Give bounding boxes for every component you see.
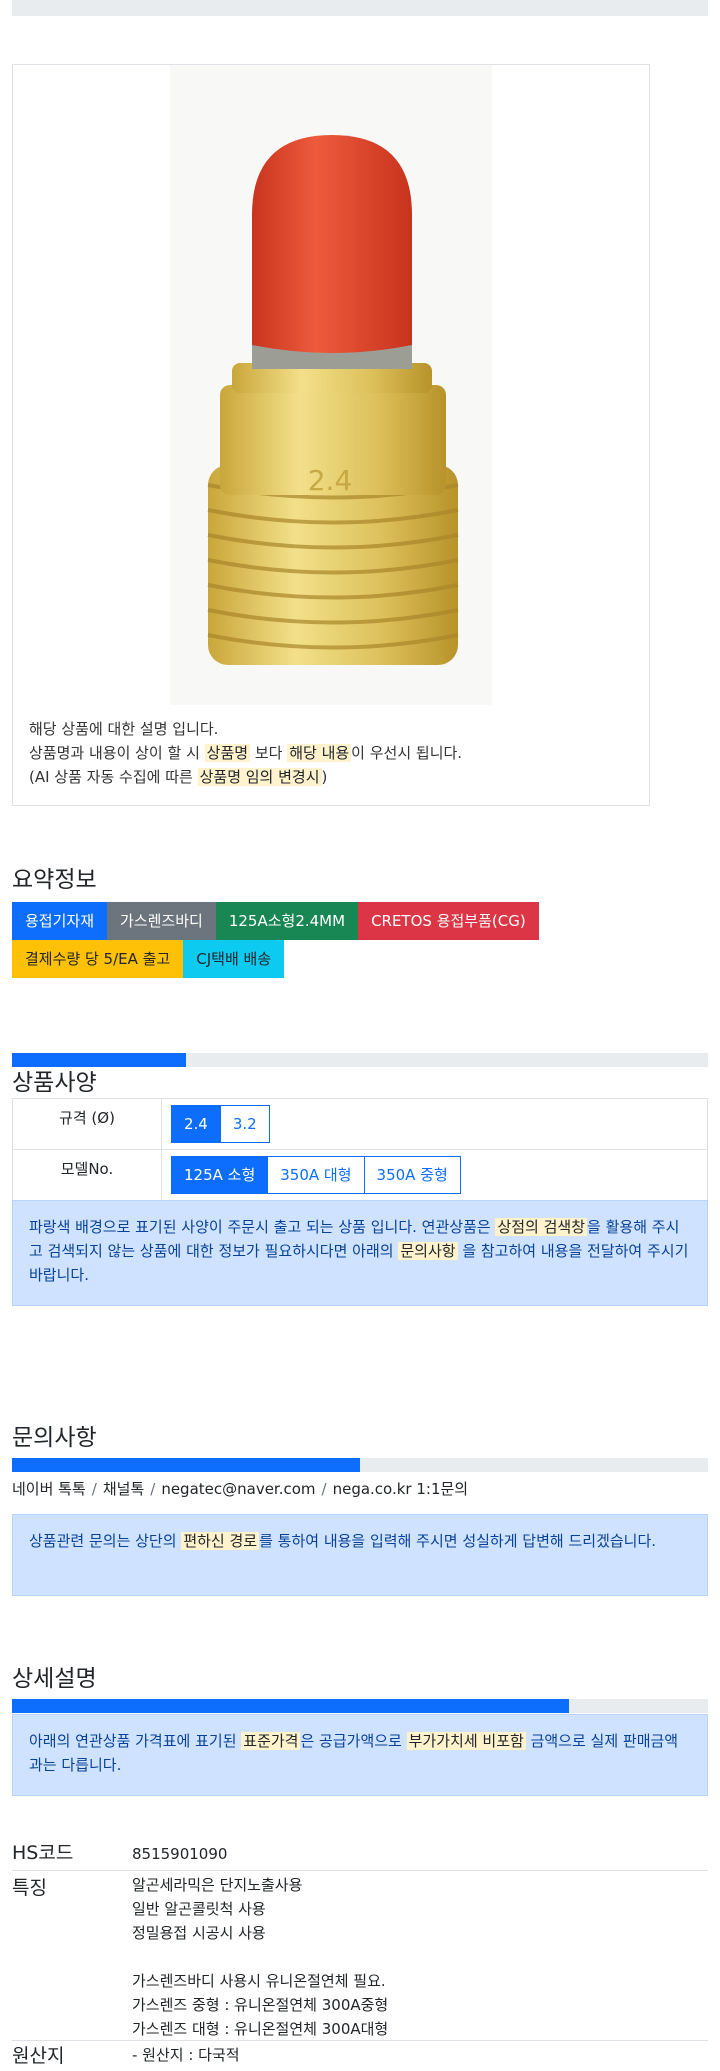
alert-text: 은 공급가액으로: [300, 1732, 407, 1750]
detail-row-hs: HS코드 8515901090: [12, 1838, 708, 1871]
detail-row-origin: 원산지 - 원산지 : 다국적: [12, 2041, 708, 2071]
contact-site-inquiry[interactable]: nega.co.kr 1:1문의: [333, 1480, 469, 1498]
hs-value: 8515901090: [132, 1845, 228, 1863]
top-bar: [12, 0, 708, 16]
spec-label-model: 모델No.: [12, 1149, 162, 1201]
spec-title: 상품사양: [12, 1070, 97, 1096]
highlight: 상점의 검색창: [495, 1218, 588, 1236]
detail-title: 상세설명: [12, 1666, 97, 1692]
feature-item: 가스렌즈바디 사용시 유니온절연체 필요.: [132, 1972, 386, 1990]
detail-progress: [12, 1699, 708, 1713]
spec-row-size: 규격 (Ø) 2.4 3.2: [12, 1098, 708, 1150]
feature-item: 알곤세라믹은 단지노출사용: [132, 1876, 303, 1894]
badge-quantity: 결제수량 당 5/EA 출고: [12, 940, 184, 978]
origin-label: 원산지: [12, 2045, 65, 2067]
hs-label: HS코드: [12, 1842, 74, 1864]
badge-category: 용접기자재: [12, 902, 108, 940]
separator: /: [91, 1480, 97, 1498]
highlight: 표준가격: [241, 1732, 301, 1750]
desc-text: 상품명과 내용이 상이 할 시: [29, 744, 205, 762]
highlight: 상품명: [204, 744, 251, 762]
gas-lens-body-illustration: 2.4: [207, 135, 459, 665]
contact-channeltalk[interactable]: 채널톡: [103, 1480, 144, 1498]
option-125a-small[interactable]: 125A 소형: [171, 1156, 269, 1194]
highlight: 해당 내용: [287, 744, 352, 762]
badge-type: 가스렌즈바디: [107, 902, 216, 940]
desc-line-3: (AI 상품 자동 수집에 따른 상품명 임의 변경시): [29, 765, 629, 789]
option-3-2[interactable]: 3.2: [219, 1105, 270, 1143]
engraving-text: 2.4: [308, 464, 353, 497]
option-350a-medium[interactable]: 350A 중형: [363, 1156, 461, 1194]
spec-label-size: 규격 (Ø): [12, 1098, 162, 1150]
contact-email[interactable]: negatec@naver.com: [161, 1480, 315, 1498]
summary-badges: 용접기자재 가스렌즈바디 125A소형2.4MM CRETOS 용접부품(CG)…: [12, 902, 612, 978]
option-2-4[interactable]: 2.4: [171, 1105, 221, 1143]
inquiry-title: 문의사항: [12, 1425, 97, 1451]
spec-alert: 파랑색 배경으로 표기된 사양이 주문시 출고 되는 상품 입니다. 연관상품은…: [12, 1200, 708, 1306]
option-350a-large[interactable]: 350A 대형: [267, 1156, 365, 1194]
alert-text: 파랑색 배경으로 표기된 사양이 주문시 출고 되는 상품 입니다. 연관상품은: [29, 1218, 496, 1236]
summary-title: 요약정보: [12, 867, 97, 893]
inquiry-alert: 상품관련 문의는 상단의 편하신 경로 를 통하여 내용을 입력해 주시면 성실하…: [12, 1514, 708, 1596]
contact-links: 네이버 톡톡 / 채널톡 / negatec@naver.com / nega.co.kr …: [12, 1478, 468, 1499]
detail-table: HS코드 8515901090 특징 알곤세라믹은 단지노출사용 일반 알곤콜릿…: [12, 1838, 708, 2071]
desc-line-1: 해당 상품에 대한 설명 입니다.: [29, 720, 219, 738]
origin-value: - 원산지 : 다국적: [132, 2046, 240, 2064]
inquiry-progress: [12, 1458, 708, 1472]
feature-item: 정밀용접 시공시 사용: [132, 1924, 266, 1942]
detail-alert: 아래의 연관상품 가격표에 표기된 표준가격 은 공급가액으로 부가가치세 비포함…: [12, 1714, 708, 1796]
badge-size: 125A소형2.4MM: [215, 902, 359, 940]
spec-options-size: 2.4 3.2: [161, 1098, 708, 1150]
detail-progress-fill: [12, 1699, 569, 1713]
badge-brand: CRETOS 용접부품(CG): [358, 902, 539, 940]
alert-text: 상품관련 문의는 상단의: [29, 1532, 182, 1550]
feature-item: 가스렌즈 대형 : 유니온절연체 300A대형: [132, 2020, 389, 2038]
desc-line-2: 상품명과 내용이 상이 할 시 상품명 보다 해당 내용 이 우선시 됩니다.: [29, 741, 629, 765]
product-card: 2.4 해당 상품에 대한 설명 입니다. 상품명과 내용이 상이 할 시 상품…: [12, 64, 650, 806]
separator: /: [321, 1480, 327, 1498]
desc-text: 보다: [250, 744, 288, 762]
desc-text: (AI 상품 자동 수집에 따른: [29, 768, 198, 786]
badge-shipping: CJ택배 배송: [183, 940, 285, 978]
desc-text: 이 우선시 됩니다.: [351, 744, 463, 762]
inquiry-progress-fill: [12, 1458, 360, 1472]
alert-text: 아래의 연관상품 가격표에 표기된: [29, 1732, 242, 1750]
highlight: 부가가치세 비포함: [406, 1732, 526, 1750]
feature-label: 특징: [12, 1877, 47, 1899]
highlight: 상품명 임의 변경시: [197, 768, 322, 786]
contact-naver-talktalk[interactable]: 네이버 톡톡: [12, 1480, 86, 1498]
alert-text: 를 통하여 내용을 입력해 주시면 성실하게 답변해 드리겠습니다.: [259, 1532, 657, 1550]
spec-row-model: 모델No. 125A 소형 350A 대형 350A 중형: [12, 1149, 708, 1201]
desc-text: ): [321, 768, 328, 786]
separator: /: [150, 1480, 156, 1498]
spec-table: 규격 (Ø) 2.4 3.2 모델No. 125A 소형 350A 대형 350A 중…: [12, 1098, 708, 1201]
product-image: 2.4: [170, 65, 492, 705]
spec-progress: [12, 1053, 708, 1067]
detail-row-features: 특징 알곤세라믹은 단지노출사용 일반 알곤콜릿척 사용 정밀용접 시공시 사용…: [12, 1871, 708, 2041]
spec-options-model: 125A 소형 350A 대형 350A 중형: [161, 1149, 708, 1201]
feature-list: 알곤세라믹은 단지노출사용 일반 알곤콜릿척 사용 정밀용접 시공시 사용 가스…: [132, 1873, 708, 2040]
feature-item: [132, 1945, 708, 1969]
highlight: 편하신 경로: [181, 1532, 260, 1550]
highlight: 문의사항: [398, 1242, 458, 1260]
feature-item: 일반 알곤콜릿척 사용: [132, 1900, 266, 1918]
feature-item: 가스렌즈 중형 : 유니온절연체 300A중형: [132, 1996, 389, 2014]
product-description: 해당 상품에 대한 설명 입니다. 상품명과 내용이 상이 할 시 상품명 보다…: [29, 717, 629, 789]
